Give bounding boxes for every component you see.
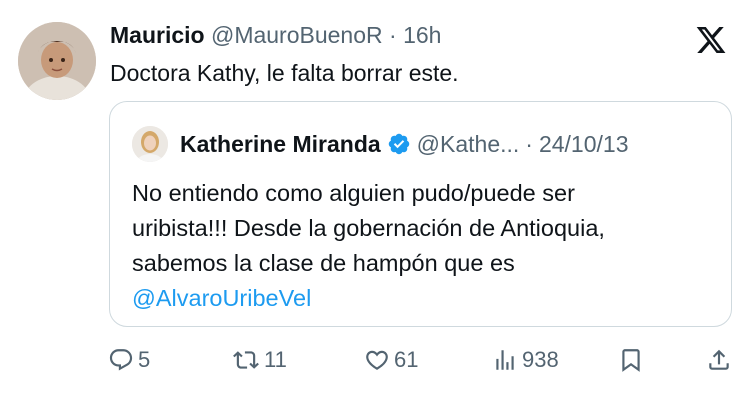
action-bar: 5 11 61 938 — [0, 340, 750, 380]
retweet-count: 11 — [264, 347, 287, 372]
quoted-text-line: sabemos la clase de hampón que es — [132, 250, 515, 276]
heart-icon — [364, 347, 390, 373]
like-button[interactable]: 61 — [364, 340, 418, 380]
bookmark-button[interactable] — [618, 340, 644, 380]
reply-icon — [108, 347, 134, 373]
quoted-author-handle[interactable]: @Kathe... — [417, 129, 520, 159]
share-icon — [706, 347, 732, 373]
quoted-author-name[interactable]: Katherine Miranda — [180, 129, 381, 159]
like-count: 61 — [394, 347, 419, 372]
bookmark-icon — [618, 347, 644, 373]
quoted-text-line: No entiendo como alguien pudo/puede ser — [132, 180, 575, 206]
separator-dot: · — [525, 131, 533, 157]
quoted-text: No entiendo como alguien pudo/puede ser … — [132, 176, 722, 316]
views-count: 938 — [522, 347, 559, 372]
views-icon — [492, 347, 518, 373]
quoted-tweet[interactable]: Katherine Miranda @Kathe... · 24/10/13 N… — [109, 101, 732, 327]
separator-dot: · — [389, 22, 397, 48]
tweet-card[interactable]: Mauricio @MauroBuenoR · 16h Doctora Kath… — [0, 0, 750, 400]
author-name[interactable]: Mauricio — [110, 22, 205, 48]
author-handle[interactable]: @MauroBuenoR — [211, 22, 383, 48]
timestamp[interactable]: 16h — [403, 22, 441, 48]
avatar[interactable] — [18, 22, 96, 100]
share-button[interactable] — [706, 340, 732, 380]
retweet-icon — [232, 347, 260, 373]
reply-button[interactable]: 5 — [108, 340, 150, 380]
quoted-header: Katherine Miranda @Kathe... · 24/10/13 — [180, 129, 628, 159]
quoted-avatar[interactable] — [132, 126, 168, 162]
tweet-text: Doctora Kathy, le falta borrar este. — [110, 60, 459, 86]
reply-count: 5 — [138, 347, 151, 372]
retweet-button[interactable]: 11 — [232, 340, 287, 380]
verified-badge-icon — [387, 132, 411, 156]
quoted-text-line: uribista!!! Desde la gobernación de Anti… — [132, 215, 605, 241]
views-button[interactable]: 938 — [492, 340, 559, 380]
mention-link[interactable]: @AlvaroUribeVel — [132, 281, 722, 316]
x-logo-icon[interactable] — [694, 24, 728, 56]
quoted-date[interactable]: 24/10/13 — [539, 129, 629, 159]
tweet-header: Mauricio @MauroBuenoR · 16h — [110, 20, 441, 50]
